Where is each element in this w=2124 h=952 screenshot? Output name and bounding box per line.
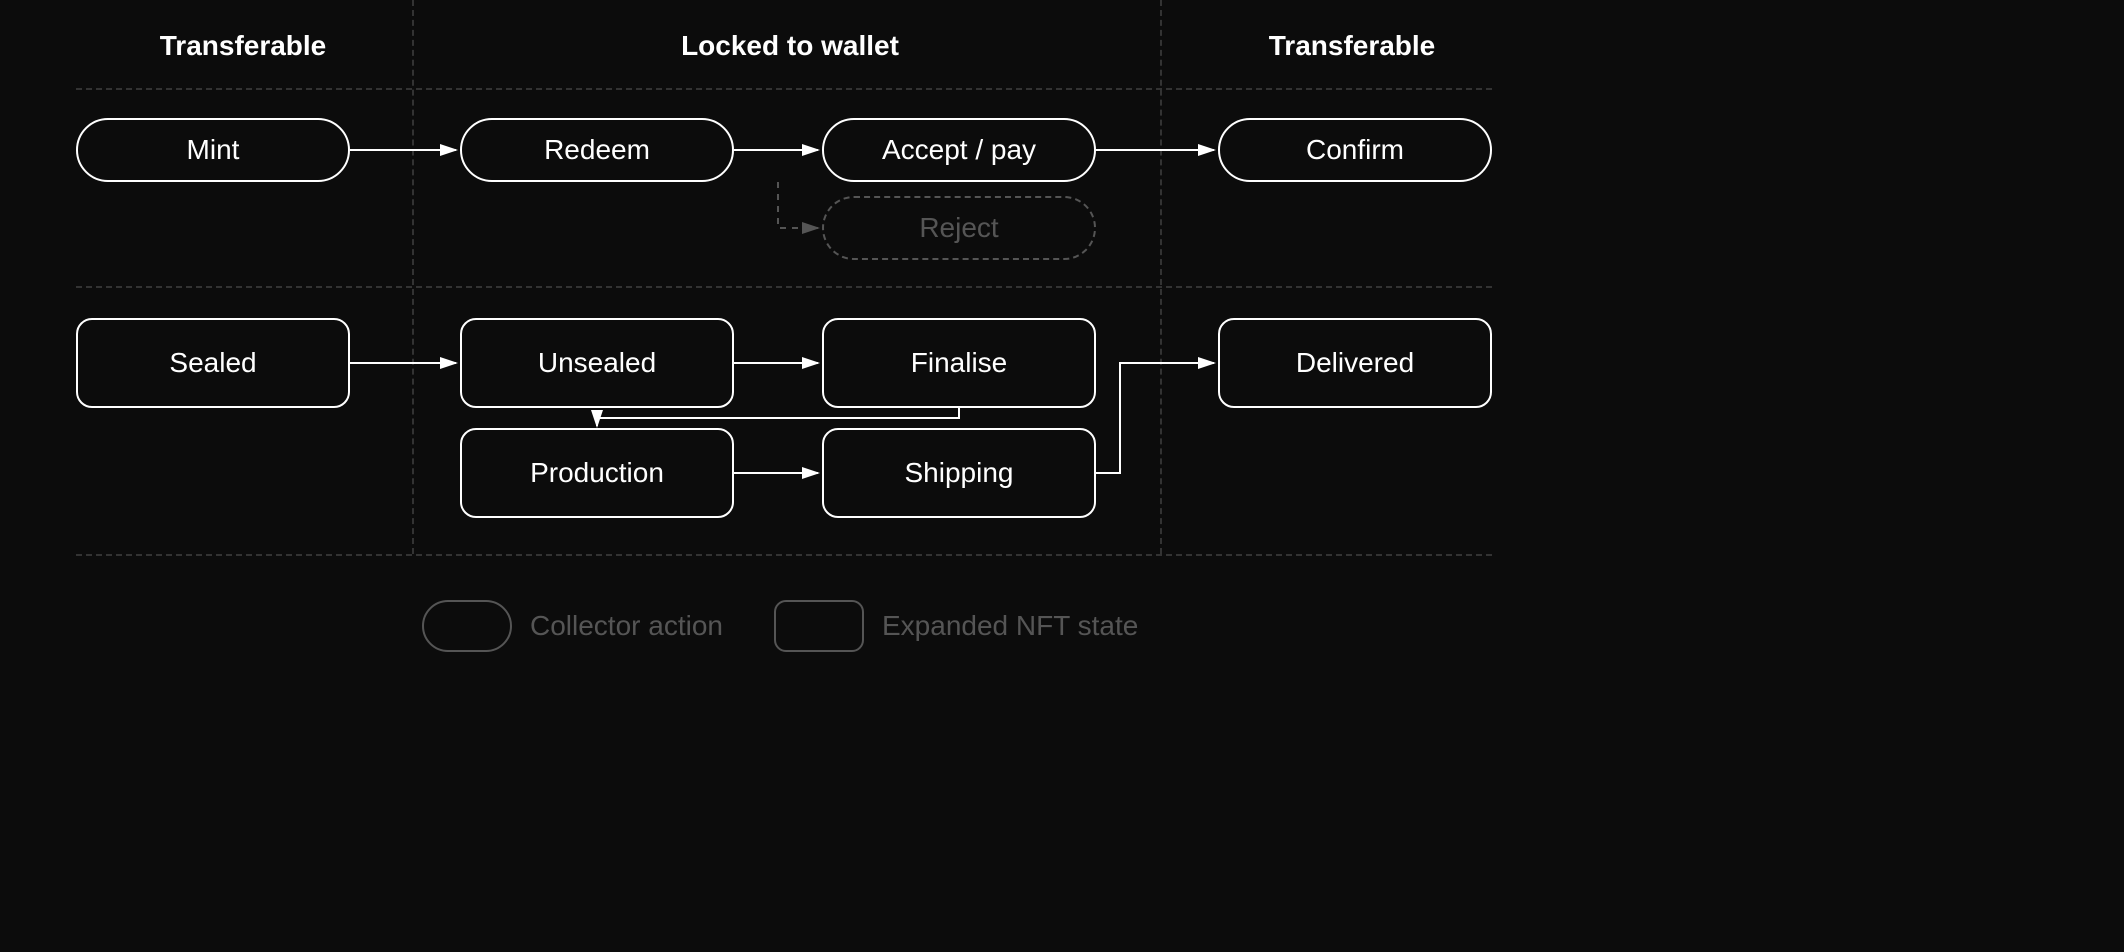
divider-col2: [1160, 0, 1162, 554]
diagram-canvas: Transferable Locked to wallet Transferab…: [0, 0, 2124, 952]
state-delivered: Delivered: [1218, 318, 1492, 408]
arrow-shipping-to-delivered: [1096, 363, 1214, 473]
state-shipping: Shipping: [822, 428, 1096, 518]
state-unsealed-label: Unsealed: [538, 347, 656, 379]
state-unsealed: Unsealed: [460, 318, 734, 408]
action-reject: Reject: [822, 196, 1096, 260]
legend-collector-shape: [422, 600, 512, 652]
state-production: Production: [460, 428, 734, 518]
action-redeem-label: Redeem: [544, 134, 650, 166]
state-production-label: Production: [530, 457, 664, 489]
arrow-finalise-to-production: [597, 408, 959, 426]
action-accept: Accept / pay: [822, 118, 1096, 182]
divider-top: [76, 88, 1492, 90]
divider-col1: [412, 0, 414, 554]
action-mint: Mint: [76, 118, 350, 182]
divider-bottom: [76, 554, 1492, 556]
state-delivered-label: Delivered: [1296, 347, 1414, 379]
legend-collector-label: Collector action: [530, 610, 723, 642]
action-confirm-label: Confirm: [1306, 134, 1404, 166]
action-mint-label: Mint: [187, 134, 240, 166]
action-accept-label: Accept / pay: [882, 134, 1036, 166]
state-finalise: Finalise: [822, 318, 1096, 408]
action-confirm: Confirm: [1218, 118, 1492, 182]
action-redeem: Redeem: [460, 118, 734, 182]
action-reject-label: Reject: [919, 212, 998, 244]
legend-nftstate-label: Expanded NFT state: [882, 610, 1138, 642]
state-shipping-label: Shipping: [905, 457, 1014, 489]
state-finalise-label: Finalise: [911, 347, 1007, 379]
state-sealed: Sealed: [76, 318, 350, 408]
column-header-locked: Locked to wallet: [660, 30, 920, 62]
column-header-transferable-left: Transferable: [143, 30, 343, 62]
divider-middle: [76, 286, 1492, 288]
column-header-transferable-right: Transferable: [1252, 30, 1452, 62]
state-sealed-label: Sealed: [169, 347, 256, 379]
legend-nftstate-shape: [774, 600, 864, 652]
arrow-redeem-to-reject: [778, 182, 818, 228]
